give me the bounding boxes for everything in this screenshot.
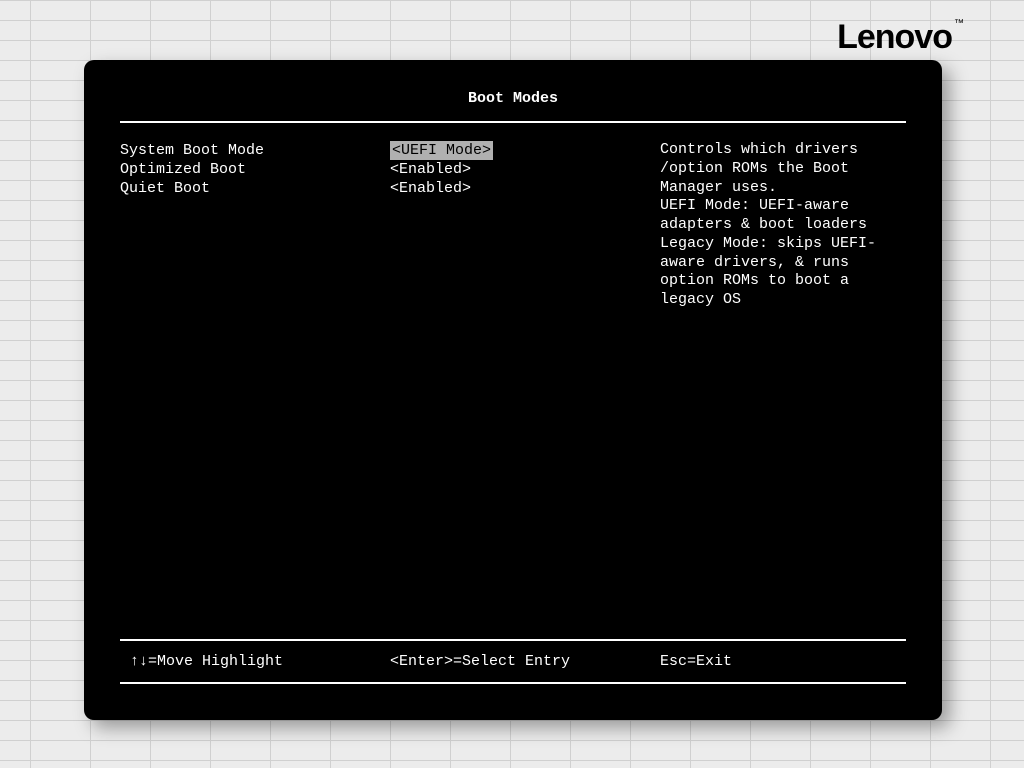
help-text: Controls which drivers /option ROMs the … [660, 141, 906, 310]
setting-label-quiet[interactable]: Quiet Boot [120, 179, 370, 198]
brand-logo: Lenovo™ [837, 18, 964, 57]
hint-exit: Esc=Exit [660, 653, 896, 670]
bios-window: Boot Modes System Boot Mode Optimized Bo… [84, 60, 942, 720]
settings-values: <UEFI Mode> <Enabled> <Enabled> [390, 141, 640, 310]
hint-move: ↑↓=Move Highlight [130, 653, 370, 670]
divider-footer-bottom [120, 682, 906, 684]
brand-logo-text: Lenovo [837, 18, 952, 56]
settings-labels: System Boot Mode Optimized Boot Quiet Bo… [120, 141, 370, 310]
selected-value[interactable]: <UEFI Mode> [390, 141, 493, 160]
setting-label-boot-mode[interactable]: System Boot Mode [120, 141, 370, 160]
trademark-icon: ™ [954, 18, 964, 29]
setting-value-quiet[interactable]: <Enabled> [390, 179, 640, 198]
hint-select: <Enter>=Select Entry [390, 653, 640, 670]
footer: ↑↓=Move Highlight <Enter>=Select Entry E… [84, 639, 942, 684]
setting-value-boot-mode[interactable]: <UEFI Mode> [390, 141, 640, 160]
settings-panel: System Boot Mode Optimized Boot Quiet Bo… [84, 141, 942, 310]
divider-top [120, 121, 906, 123]
page-title: Boot Modes [84, 90, 942, 121]
setting-label-optimized[interactable]: Optimized Boot [120, 160, 370, 179]
setting-value-optimized[interactable]: <Enabled> [390, 160, 640, 179]
